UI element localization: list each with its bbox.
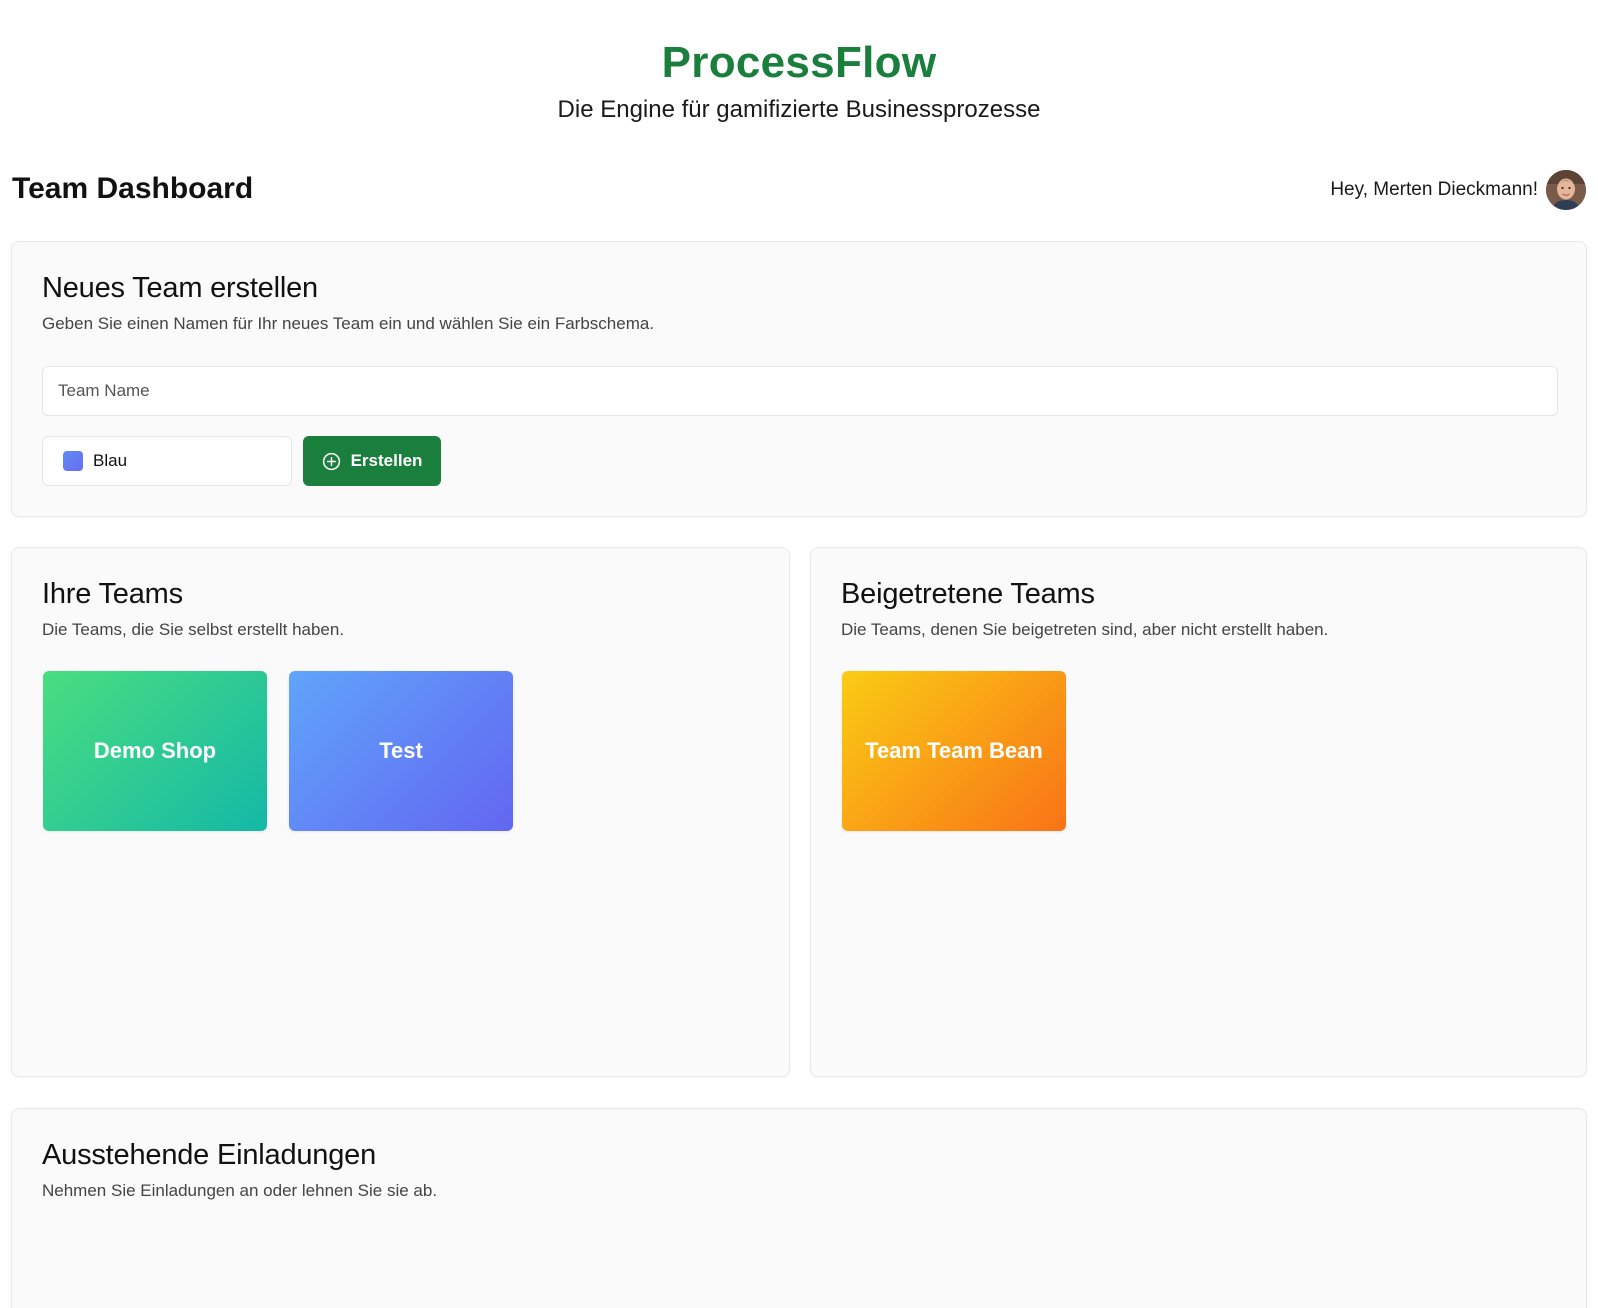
create-team-button[interactable]: Erstellen <box>303 436 441 486</box>
own-teams-title: Ihre Teams <box>42 578 183 610</box>
joined-teams-card: Beigetretene Teams Die Teams, denen Sie … <box>810 547 1587 1077</box>
user-greeting: Hey, Merten Dieckmann! <box>1330 179 1538 200</box>
joined-teams-title: Beigetretene Teams <box>841 578 1095 610</box>
create-team-button-label: Erstellen <box>350 451 423 470</box>
app-tagline: Die Engine für gamifizierte Businessproz… <box>557 96 1041 123</box>
joined-teams-list: Team Team Bean <box>842 671 1066 831</box>
user-avatar-icon <box>1546 170 1586 210</box>
color-scheme-select[interactable]: Blau <box>42 436 292 486</box>
color-scheme-value: Blau <box>93 451 128 470</box>
create-team-card: Neues Team erstellen Geben Sie einen Nam… <box>11 241 1587 517</box>
invitations-card: Ausstehende Einladungen Nehmen Sie Einla… <box>11 1108 1587 1308</box>
team-name-input[interactable] <box>42 366 1558 416</box>
own-teams-description: Die Teams, die Sie selbst erstellt haben… <box>42 620 345 639</box>
avatar[interactable] <box>1546 170 1586 210</box>
team-tile-label: Demo Shop <box>93 738 217 763</box>
color-swatch-icon <box>63 451 83 471</box>
own-teams-card: Ihre Teams Die Teams, die Sie selbst ers… <box>11 547 790 1077</box>
team-tile-demo-shop[interactable]: Demo Shop <box>43 671 267 831</box>
invitations-title: Ausstehende Einladungen <box>42 1139 377 1171</box>
app-brand: ProcessFlow <box>661 38 937 87</box>
joined-teams-description: Die Teams, denen Sie beigetreten sind, a… <box>841 620 1329 639</box>
team-tile-team-team-bean[interactable]: Team Team Bean <box>842 671 1066 831</box>
own-teams-list: Demo Shop Test <box>43 671 513 831</box>
plus-circle-icon <box>322 452 341 471</box>
page-title: Team Dashboard <box>12 172 254 205</box>
team-tile-label: Team Team Bean <box>865 738 1043 763</box>
create-team-description: Geben Sie einen Namen für Ihr neues Team… <box>42 314 655 333</box>
create-team-title: Neues Team erstellen <box>42 272 318 304</box>
team-tile-label: Test <box>379 738 423 763</box>
team-tile-test[interactable]: Test <box>289 671 513 831</box>
invitations-description: Nehmen Sie Einladungen an oder lehnen Si… <box>42 1181 438 1200</box>
